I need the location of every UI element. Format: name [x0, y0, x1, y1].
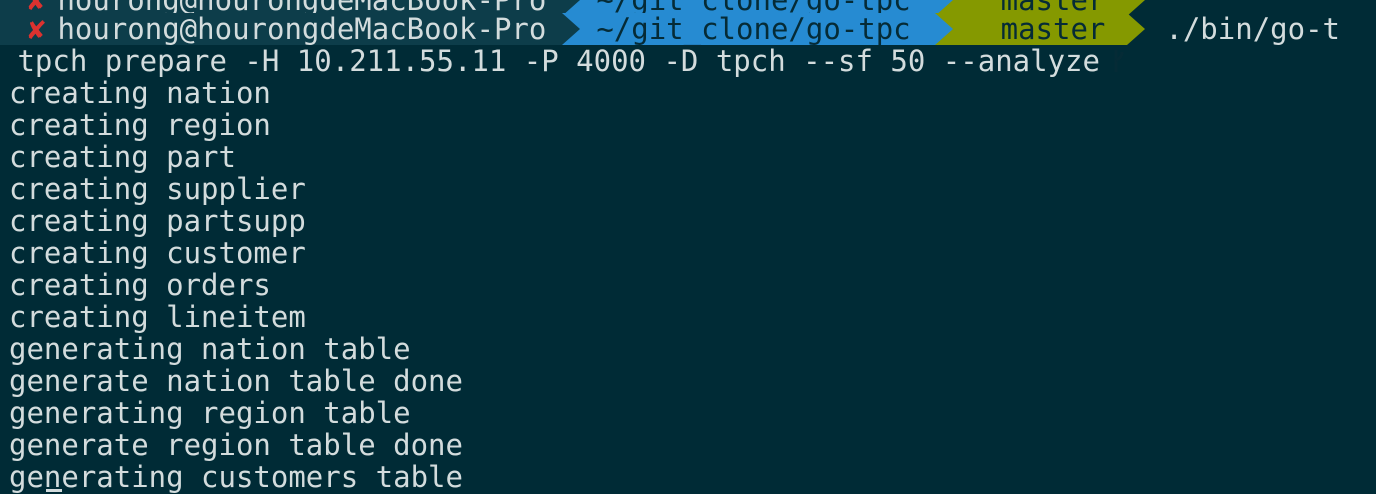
output-line: generating customers table: [9, 460, 463, 494]
output-line: creating part: [9, 140, 236, 174]
output-line: creating region: [9, 108, 271, 142]
prompt-directory-segment: ~/git_clone/go-tpc: [562, 12, 935, 46]
command-continuation: tpch prepare -H 10.211.55.11 -P 4000 -D …: [0, 44, 1100, 78]
output-line: generate nation table done: [9, 364, 463, 398]
output-line: creating orders: [9, 268, 271, 302]
powerline-end-icon: [1127, 13, 1146, 45]
powerline-separator-icon: [934, 13, 953, 45]
prompt-branch: master: [1000, 12, 1106, 46]
terminal-window[interactable]: ✘ hourong@hourongdeMacBook-Pro ~/git_clo…: [0, 0, 1376, 494]
terminal-cursor: [46, 489, 62, 492]
output-line: generating nation table: [9, 332, 411, 366]
git-branch-icon: [973, 0, 1124, 43]
error-status-icon: ✘: [28, 12, 46, 46]
prompt-user-host: hourong@hourongdeMacBook-Pro: [57, 12, 547, 46]
output-line: generating region table: [9, 396, 411, 430]
output-line: generate region table done: [9, 428, 463, 462]
git-branch-icon: [973, 16, 1124, 72]
prompt-user-segment: ✘ hourong@hourongdeMacBook-Pro: [0, 12, 563, 46]
powerline-separator-icon: [562, 13, 581, 45]
output-line: creating customer: [9, 236, 306, 270]
output-line: creating supplier: [9, 172, 306, 206]
output-line: creating partsupp: [9, 204, 306, 238]
prompt-directory: ~/git_clone/go-tpc: [596, 12, 911, 46]
current-prompt-line: ✘ hourong@hourongdeMacBook-Pro ~/git_clo…: [0, 12, 1340, 72]
prompt-branch-segment: master: [934, 12, 1128, 72]
output-line: creating lineitem: [9, 300, 306, 334]
output-line: creating nation: [9, 76, 271, 110]
command-text: ./bin/go-t: [1165, 12, 1340, 46]
